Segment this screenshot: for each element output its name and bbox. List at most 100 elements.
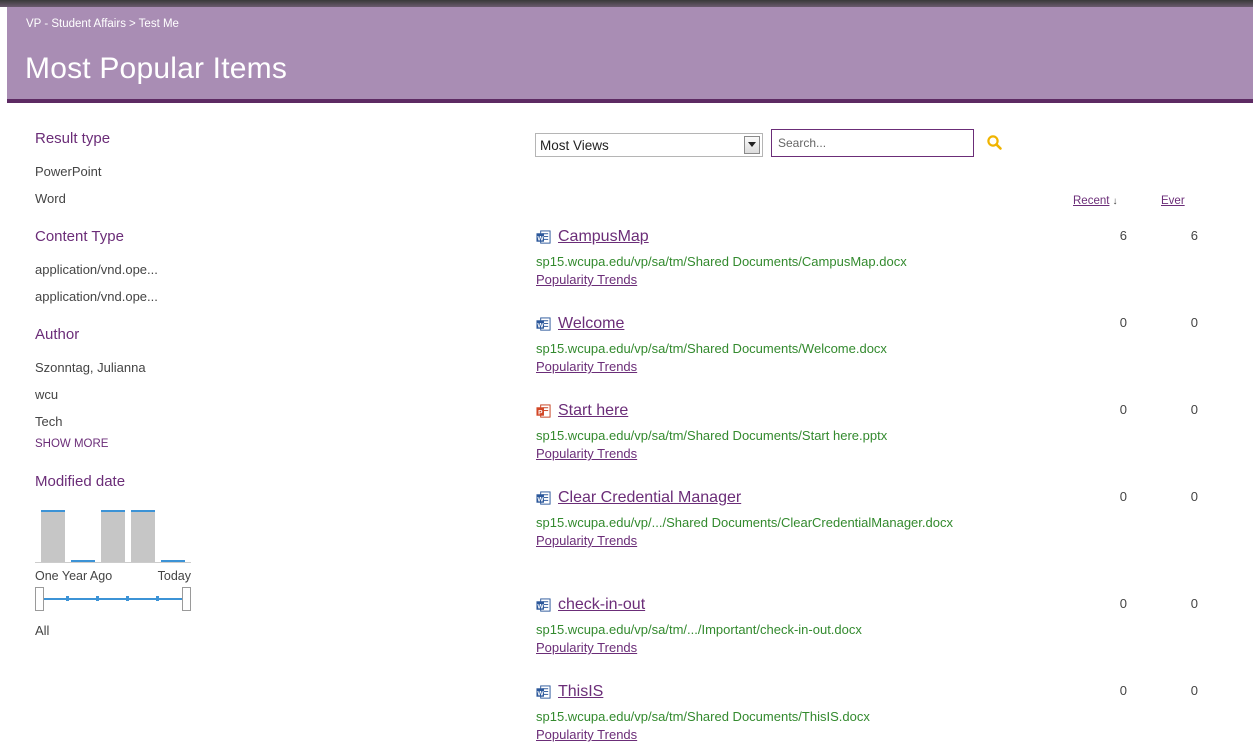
ever-view-count: 0 xyxy=(1190,489,1198,504)
result-title-link[interactable]: check-in-out xyxy=(558,596,645,614)
histogram-bar[interactable] xyxy=(101,510,125,562)
word-icon: W xyxy=(536,229,551,244)
refiner-item-author[interactable]: wcu xyxy=(35,381,195,408)
refiner-modified-date: Modified date One Year Ago Today All xyxy=(35,471,195,638)
date-range-slider[interactable] xyxy=(35,587,191,611)
histogram-bar[interactable] xyxy=(161,560,185,562)
result-title-row: W ThisIS xyxy=(536,679,956,705)
top-bar xyxy=(0,0,1253,7)
svg-text:W: W xyxy=(537,603,544,610)
result-url[interactable]: sp15.wcupa.edu/vp/sa/tm/.../Important/ch… xyxy=(536,621,956,639)
result-url[interactable]: sp15.wcupa.edu/vp/sa/tm/Shared Documents… xyxy=(536,340,956,358)
recent-view-count: 0 xyxy=(1119,315,1127,330)
result-url[interactable]: sp15.wcupa.edu/vp/sa/tm/Shared Documents… xyxy=(536,708,956,726)
popularity-trends-link[interactable]: Popularity Trends xyxy=(536,358,637,375)
recent-view-count: 6 xyxy=(1119,228,1127,243)
page-title: Most Popular Items xyxy=(25,52,288,85)
slider-value: All xyxy=(35,623,50,638)
result-url[interactable]: sp15.wcupa.edu/vp/sa/tm/Shared Documents… xyxy=(536,253,956,271)
slider-tick xyxy=(96,596,99,601)
histogram-bar[interactable] xyxy=(41,510,65,562)
result-title-row: W Welcome xyxy=(536,311,956,337)
slider-end-handle[interactable] xyxy=(182,587,191,611)
ever-view-count: 0 xyxy=(1190,683,1198,698)
search-result: P Start here sp15.wcupa.edu/vp/sa/tm/Share… xyxy=(536,398,1198,463)
result-title-link[interactable]: Start here xyxy=(558,402,628,420)
refiner-item-word[interactable]: Word xyxy=(35,185,195,212)
histogram-start-label: One Year Ago xyxy=(35,569,113,583)
refiner-title: Result type xyxy=(35,130,111,147)
search-icon[interactable] xyxy=(986,134,1004,152)
refinement-panel: Result type PowerPoint Word Content Type… xyxy=(35,128,195,652)
sort-selected-value: Most Views xyxy=(540,138,609,153)
histogram-labels: One Year Ago Today xyxy=(35,569,191,583)
breadcrumb-current-link[interactable]: Test Me xyxy=(139,18,179,30)
refiner-title: Modified date xyxy=(35,473,126,490)
word-icon: W xyxy=(536,490,551,505)
popularity-trends-link[interactable]: Popularity Trends xyxy=(536,445,637,462)
breadcrumb-separator: > xyxy=(128,18,136,30)
result-title-row: W Clear Credential Manager xyxy=(536,485,956,511)
recent-view-count: 0 xyxy=(1119,402,1127,417)
result-url[interactable]: sp15.wcupa.edu/vp/sa/tm/Shared Documents… xyxy=(536,427,956,445)
page-header: VP - Student Affairs > Test Me Most Popula… xyxy=(7,7,1253,103)
result-title-link[interactable]: CampusMap xyxy=(558,228,649,246)
sort-dropdown[interactable]: Most Views xyxy=(535,133,763,157)
modified-date-histogram xyxy=(35,501,191,563)
svg-text:W: W xyxy=(537,235,544,242)
result-title-row: P Start here xyxy=(536,398,956,424)
histogram-bar[interactable] xyxy=(71,560,95,562)
show-more-link[interactable]: SHOW MORE xyxy=(35,435,195,457)
slider-tick xyxy=(126,596,129,601)
result-url[interactable]: sp15.wcupa.edu/vp/.../Shared Documents/C… xyxy=(536,514,956,532)
svg-text:W: W xyxy=(537,496,544,503)
histogram-bar[interactable] xyxy=(131,510,155,562)
recent-view-count: 0 xyxy=(1119,683,1127,698)
result-title-link[interactable]: Clear Credential Manager xyxy=(558,489,741,507)
word-icon: W xyxy=(536,316,551,331)
ever-view-count: 6 xyxy=(1190,228,1198,243)
histogram-baseline xyxy=(35,562,191,563)
refiner-item-powerpoint[interactable]: PowerPoint xyxy=(35,158,195,185)
refiner-title: Author xyxy=(35,326,80,343)
result-title-link[interactable]: ThisIS xyxy=(558,683,603,701)
slider-start-handle[interactable] xyxy=(35,587,44,611)
dropdown-arrow-icon[interactable] xyxy=(744,136,760,154)
refiner-item-author[interactable]: Tech xyxy=(35,408,195,435)
ever-view-count: 0 xyxy=(1190,596,1198,611)
popularity-trends-link[interactable]: Popularity Trends xyxy=(536,726,637,743)
refiner-item-content-type[interactable]: application/vnd.ope... xyxy=(35,283,195,310)
svg-text:W: W xyxy=(537,322,544,329)
search-result: Wcheck-in-out sp15.wcupa.edu/vp/sa/tm/...… xyxy=(536,592,1198,657)
column-recent-label: Recent xyxy=(1073,195,1110,207)
ever-view-count: 0 xyxy=(1190,315,1198,330)
popularity-trends-link[interactable]: Popularity Trends xyxy=(536,271,637,288)
sort-descending-icon: ↓ xyxy=(1112,196,1118,207)
refiner-result-type: Result type PowerPoint Word xyxy=(35,128,195,212)
column-header-recent[interactable]: Recent ↓ xyxy=(1073,195,1117,207)
word-icon: W xyxy=(536,597,551,612)
slider-track xyxy=(40,598,186,600)
refiner-item-author[interactable]: Szonntag, Julianna xyxy=(35,354,195,381)
recent-view-count: 0 xyxy=(1119,489,1127,504)
search-result: W CampusMap sp15.wcupa.edu/vp/sa/tm/Shared… xyxy=(536,224,1198,289)
breadcrumb: VP - Student Affairs > Test Me xyxy=(26,18,179,30)
refiner-author: Author Szonntag, Julianna wcu Tech SHOW … xyxy=(35,324,195,457)
result-title-row: Wcheck-in-out xyxy=(536,592,956,618)
result-title-row: W CampusMap xyxy=(536,224,956,250)
popularity-trends-link[interactable]: Popularity Trends xyxy=(536,532,637,549)
svg-text:W: W xyxy=(537,690,544,697)
slider-tick xyxy=(156,596,159,601)
result-title-link[interactable]: Welcome xyxy=(558,315,624,333)
column-header-ever[interactable]: Ever xyxy=(1161,195,1185,207)
word-icon: W xyxy=(536,684,551,699)
histogram-end-label: Today xyxy=(157,569,191,583)
search-result: W Clear Credential Manager sp15.wcupa.edu/… xyxy=(536,485,1198,550)
ever-view-count: 0 xyxy=(1190,402,1198,417)
popularity-trends-link[interactable]: Popularity Trends xyxy=(536,639,637,656)
search-input[interactable] xyxy=(771,129,974,157)
refiner-content-type: Content Type application/vnd.ope... appl… xyxy=(35,226,195,310)
refiner-item-content-type[interactable]: application/vnd.ope... xyxy=(35,256,195,283)
svg-text:P: P xyxy=(538,409,543,416)
breadcrumb-parent-link[interactable]: VP - Student Affairs xyxy=(26,18,126,30)
